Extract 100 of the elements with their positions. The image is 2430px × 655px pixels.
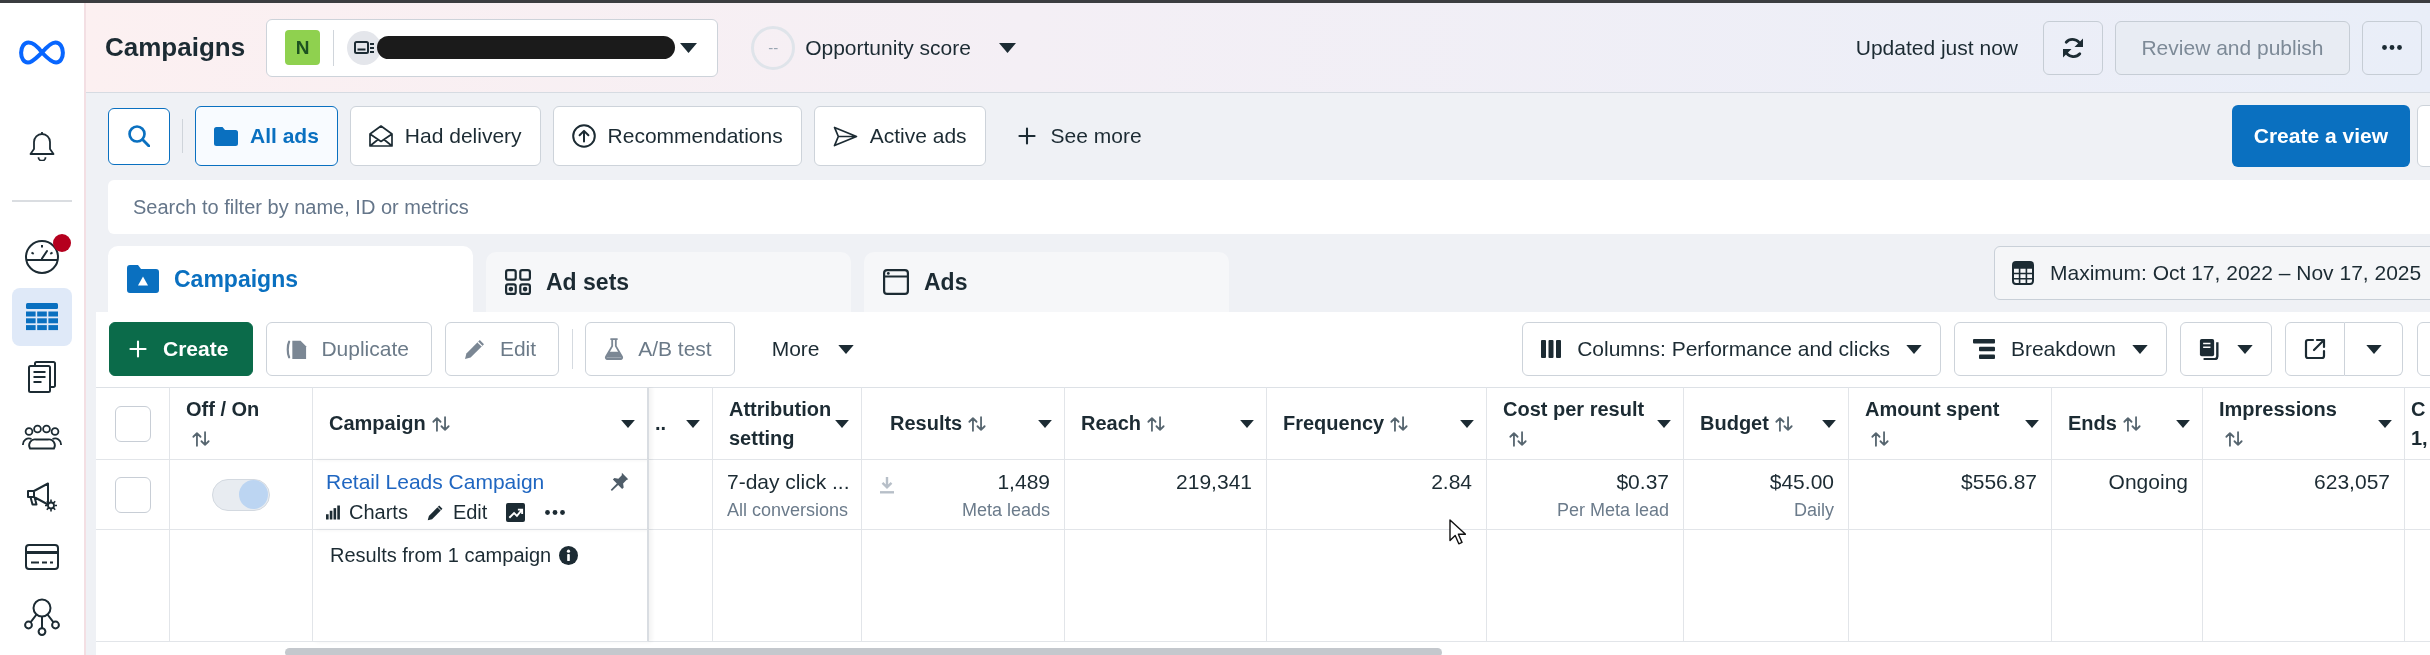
level-tab[interactable]: Ad sets [486, 252, 851, 312]
folder-icon [214, 126, 238, 146]
campaign-folder-icon [127, 265, 159, 293]
pencil-icon [426, 503, 444, 521]
column-header[interactable]: Results [862, 387, 1065, 460]
cell-value: 1,489 [997, 469, 1050, 495]
column-header[interactable]: Attribution setting [713, 387, 862, 460]
columns-icon [1541, 340, 1562, 358]
cell-value: $0.37 [1616, 469, 1669, 495]
score-ring: -- [751, 25, 796, 70]
documents-icon [27, 361, 57, 393]
cell-value: 219,341 [1176, 469, 1252, 495]
column-header[interactable]: Frequency [1267, 387, 1487, 460]
logo-icon [19, 40, 65, 65]
breakdown-icon [1972, 339, 1995, 359]
network-icon [24, 598, 60, 636]
see-more-button[interactable]: See more [1017, 124, 1142, 148]
edit-link[interactable]: Edit [426, 500, 488, 524]
paper-plane-icon [832, 125, 858, 147]
export-icon [2304, 338, 2326, 360]
cell-subtext: Meta leads [961, 499, 1050, 522]
level-tab[interactable]: Ads [864, 252, 1229, 312]
account-selector[interactable]: N [266, 18, 719, 77]
charts-link[interactable]: Charts [326, 500, 408, 524]
row-checkbox[interactable] [114, 476, 151, 513]
columns-button[interactable]: Columns: Performance and clicks [1522, 322, 1941, 376]
caret-icon [2237, 344, 2253, 354]
column-header[interactable]: Budget [1684, 387, 1849, 460]
filter-button[interactable]: Active ads [813, 106, 986, 166]
cell-subtext: All conversions [727, 499, 849, 522]
filter-button[interactable]: Had delivery [349, 106, 541, 166]
reports-button[interactable] [2180, 322, 2272, 376]
caret-icon [2132, 344, 2148, 354]
column-header[interactable]: .. [649, 387, 713, 460]
account-initial: N [285, 30, 321, 65]
envelope-icon [368, 125, 393, 147]
filter-button[interactable]: All ads [195, 106, 338, 166]
column-header[interactable]: C 1, [2405, 387, 2430, 460]
update-status: Updated just now [1855, 35, 2018, 60]
results-summary: Results from 1 campaign [330, 543, 552, 568]
level-tab[interactable]: Campaigns [108, 246, 473, 312]
cell-value: 623,057 [2314, 469, 2390, 495]
refresh-button[interactable] [2043, 20, 2103, 75]
megaphone-icon [26, 482, 58, 512]
cell-subtext: Daily [1794, 499, 1834, 522]
bell-icon [29, 131, 55, 161]
chart-image-icon [506, 502, 526, 522]
column-header[interactable]: Impressions [2203, 387, 2405, 460]
column-header[interactable]: Amount spent [1849, 387, 2052, 460]
caret-icon [680, 42, 698, 53]
select-all-checkbox[interactable] [114, 405, 151, 442]
cell-value: 2.84 [1431, 469, 1472, 495]
pin-icon [610, 472, 629, 491]
column-header[interactable]: Reach [1065, 387, 1267, 460]
search-button[interactable] [108, 107, 170, 165]
more-icon [545, 509, 566, 515]
gauge-icon [25, 240, 59, 274]
bar-chart-icon [326, 504, 340, 520]
filter-button[interactable]: Recommendations [552, 106, 802, 166]
campaign-link[interactable]: Retail Leads Campaign [326, 469, 545, 494]
more-dropdown[interactable]: More [759, 337, 866, 361]
grid-icon [505, 269, 531, 295]
export-menu-button[interactable] [2345, 322, 2403, 376]
create-button[interactable]: Create [109, 322, 254, 376]
cell-value: 7-day click ... [727, 469, 850, 495]
cell-subtext: Per Meta lead [1556, 499, 1669, 522]
cell-value: Ongoing [2108, 469, 2188, 495]
up-arrow-circle-icon [571, 124, 596, 148]
column-header[interactable]: Ends [2052, 387, 2203, 460]
pencil-icon [463, 338, 486, 360]
column-header[interactable]: Cost per result [1487, 387, 1684, 460]
plus-icon [1017, 127, 1036, 145]
toggle-switch[interactable] [212, 478, 270, 511]
date-range-button[interactable]: Maximum: Oct 17, 2022 – Nov 17, 2025 [1994, 246, 2430, 300]
scrollbar-thumb[interactable] [285, 648, 1442, 655]
caret-icon [837, 344, 854, 354]
plus-icon [129, 340, 147, 358]
column-header[interactable]: Off / On [170, 387, 313, 460]
create-view-button[interactable]: Create a view [2231, 105, 2410, 167]
cell-value: $556.87 [1961, 469, 2037, 495]
column-header[interactable]: Campaign [313, 387, 649, 460]
credit-card-icon [25, 544, 59, 570]
more-button[interactable] [545, 509, 566, 515]
search-field[interactable]: Search to filter by name, ID or metrics [108, 180, 2430, 234]
calendar-icon [2012, 261, 2034, 285]
export-button[interactable] [2285, 322, 2345, 376]
opportunity-score-dropdown[interactable]: -- Opportunity score [751, 25, 1016, 70]
cell-value: $45.00 [1769, 469, 1834, 495]
breakdown-button[interactable]: Breakdown [1953, 322, 2167, 376]
table-icon [26, 303, 58, 331]
duplicate-icon [285, 338, 308, 360]
people-icon [22, 424, 62, 450]
insights-button[interactable] [506, 502, 526, 522]
page-title: Campaigns [105, 32, 246, 63]
flask-icon [604, 338, 625, 360]
caret-icon [1905, 344, 1922, 354]
caret-icon [998, 42, 1016, 53]
reports-icon [2199, 338, 2221, 360]
download-icon [879, 476, 895, 494]
refresh-icon [2061, 35, 2085, 60]
